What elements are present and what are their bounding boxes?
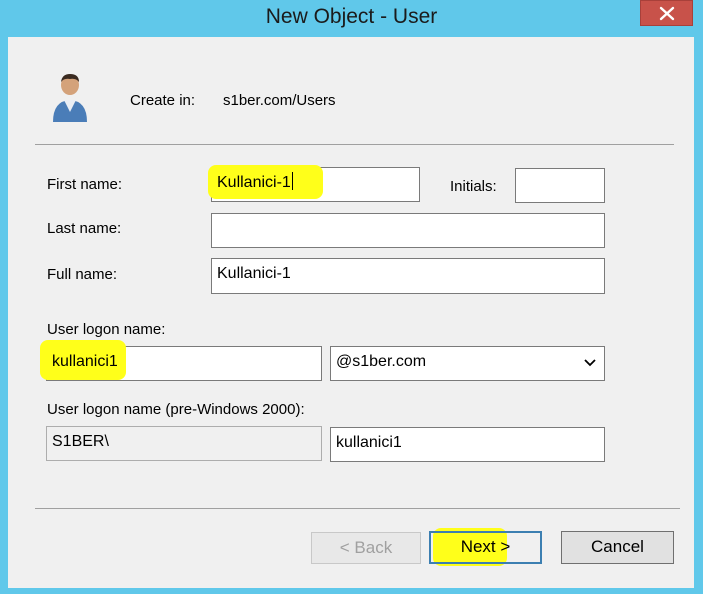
chevron-down-icon	[584, 359, 596, 367]
pre2000-domain-field: S1BER\	[46, 426, 322, 461]
full-name-label: Full name:	[47, 266, 118, 283]
separator	[35, 508, 680, 509]
last-name-field[interactable]	[211, 213, 605, 248]
dialog-body: Create in: s1ber.com/Users First name: K…	[8, 37, 694, 588]
back-button[interactable]: < Back	[311, 532, 421, 564]
initials-label: Initials:	[450, 178, 497, 195]
pre2000-label: User logon name (pre-Windows 2000):	[47, 401, 305, 418]
window-title: New Object - User	[265, 5, 438, 28]
close-icon	[659, 6, 675, 21]
separator	[35, 144, 674, 145]
last-name-label: Last name:	[47, 220, 122, 237]
logon-name-label: User logon name:	[47, 321, 166, 338]
first-name-value: Kullanici-1	[217, 174, 291, 191]
first-name-field[interactable]: Kullanici-1	[208, 165, 420, 202]
user-icon	[53, 74, 87, 122]
logon-name-field[interactable]: kullanici1	[40, 340, 322, 381]
close-button[interactable]	[640, 0, 693, 26]
pre2000-user-field[interactable]: kullanici1	[330, 427, 605, 462]
initials-field[interactable]	[515, 168, 605, 203]
domain-select-value: @s1ber.com	[336, 353, 427, 370]
domain-select[interactable]: @s1ber.com	[330, 346, 605, 381]
next-button[interactable]: Next >	[429, 531, 542, 564]
cancel-button[interactable]: Cancel	[561, 531, 674, 564]
create-in-path: s1ber.com/Users	[223, 92, 336, 109]
text-caret	[291, 172, 293, 190]
logon-name-value: kullanici1	[52, 353, 118, 370]
full-name-field[interactable]: Kullanici-1	[211, 258, 605, 294]
create-in-label: Create in:	[130, 92, 196, 109]
first-name-label: First name:	[47, 176, 123, 193]
next-button-label: Next >	[460, 537, 511, 556]
title-bar: New Object - User	[0, 0, 703, 36]
